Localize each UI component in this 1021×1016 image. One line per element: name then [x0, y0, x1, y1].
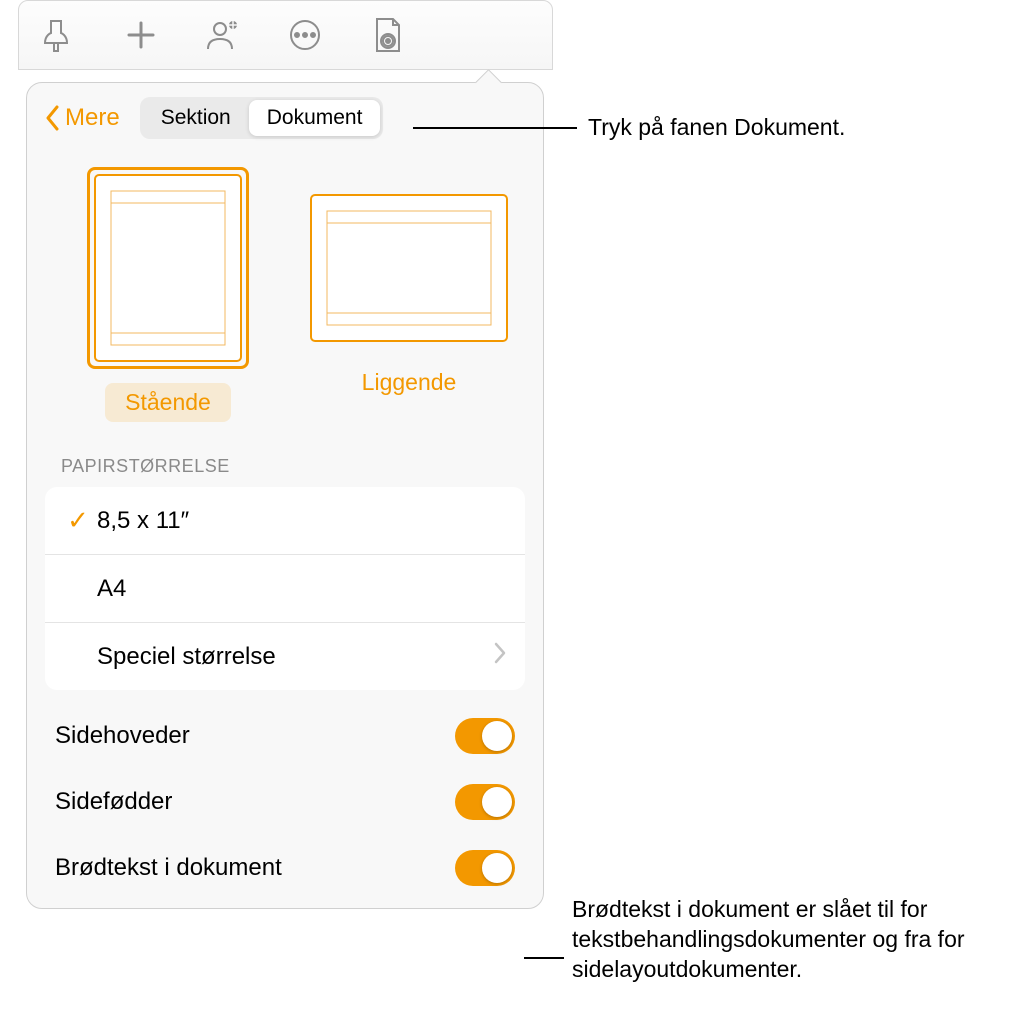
- document-options-icon[interactable]: [365, 13, 409, 57]
- chevron-right-icon: [493, 642, 507, 671]
- collaborate-icon[interactable]: [201, 13, 245, 57]
- panel-header: Mere Sektion Dokument: [27, 83, 543, 149]
- toggle-headers-switch[interactable]: [455, 718, 515, 754]
- toolbar: [18, 0, 553, 70]
- portrait-label: Stående: [105, 383, 231, 422]
- portrait-thumb-icon: [87, 167, 249, 369]
- more-icon[interactable]: [283, 13, 327, 57]
- paper-size-option-a4[interactable]: ✓ A4: [45, 555, 525, 623]
- toggle-footers-switch[interactable]: [455, 784, 515, 820]
- paper-size-title: PAPIRSTØRRELSE: [27, 432, 543, 487]
- tab-dokument[interactable]: Dokument: [249, 100, 381, 136]
- orientation-portrait[interactable]: Stående: [87, 167, 249, 422]
- landscape-label: Liggende: [342, 363, 477, 402]
- tab-sektion[interactable]: Sektion: [143, 100, 249, 136]
- callout-tab: Tryk på fanen Dokument.: [588, 113, 845, 143]
- toggle-body-switch[interactable]: [455, 850, 515, 886]
- toggle-body: Brødtekst i dokument: [27, 832, 543, 898]
- callout-line: [413, 127, 577, 129]
- landscape-thumb-icon: [303, 187, 515, 349]
- back-button[interactable]: Mere: [45, 104, 120, 132]
- paper-size-list: ✓ 8,5 x 11″ ✓ A4 ✓ Speciel størrelse: [45, 487, 525, 690]
- callout-body: Brødtekst i dokument er slået til for te…: [572, 895, 1012, 985]
- toggle-headers: Sidehoveder: [27, 690, 543, 766]
- callout-line: [524, 957, 564, 959]
- toggle-footers: Sidefødder: [27, 766, 543, 832]
- add-icon[interactable]: [119, 13, 163, 57]
- orientation-row: Stående Liggende: [27, 149, 543, 432]
- paper-size-option-custom[interactable]: ✓ Speciel størrelse: [45, 623, 525, 690]
- back-label: Mere: [65, 104, 120, 132]
- tab-segmented-control: Sektion Dokument: [140, 97, 384, 139]
- format-brush-icon[interactable]: [37, 13, 81, 57]
- document-settings-panel: Mere Sektion Dokument Stående: [26, 82, 544, 909]
- paper-size-option-letter[interactable]: ✓ 8,5 x 11″: [45, 487, 525, 555]
- orientation-landscape[interactable]: Liggende: [303, 167, 515, 422]
- checkmark-icon: ✓: [59, 505, 97, 536]
